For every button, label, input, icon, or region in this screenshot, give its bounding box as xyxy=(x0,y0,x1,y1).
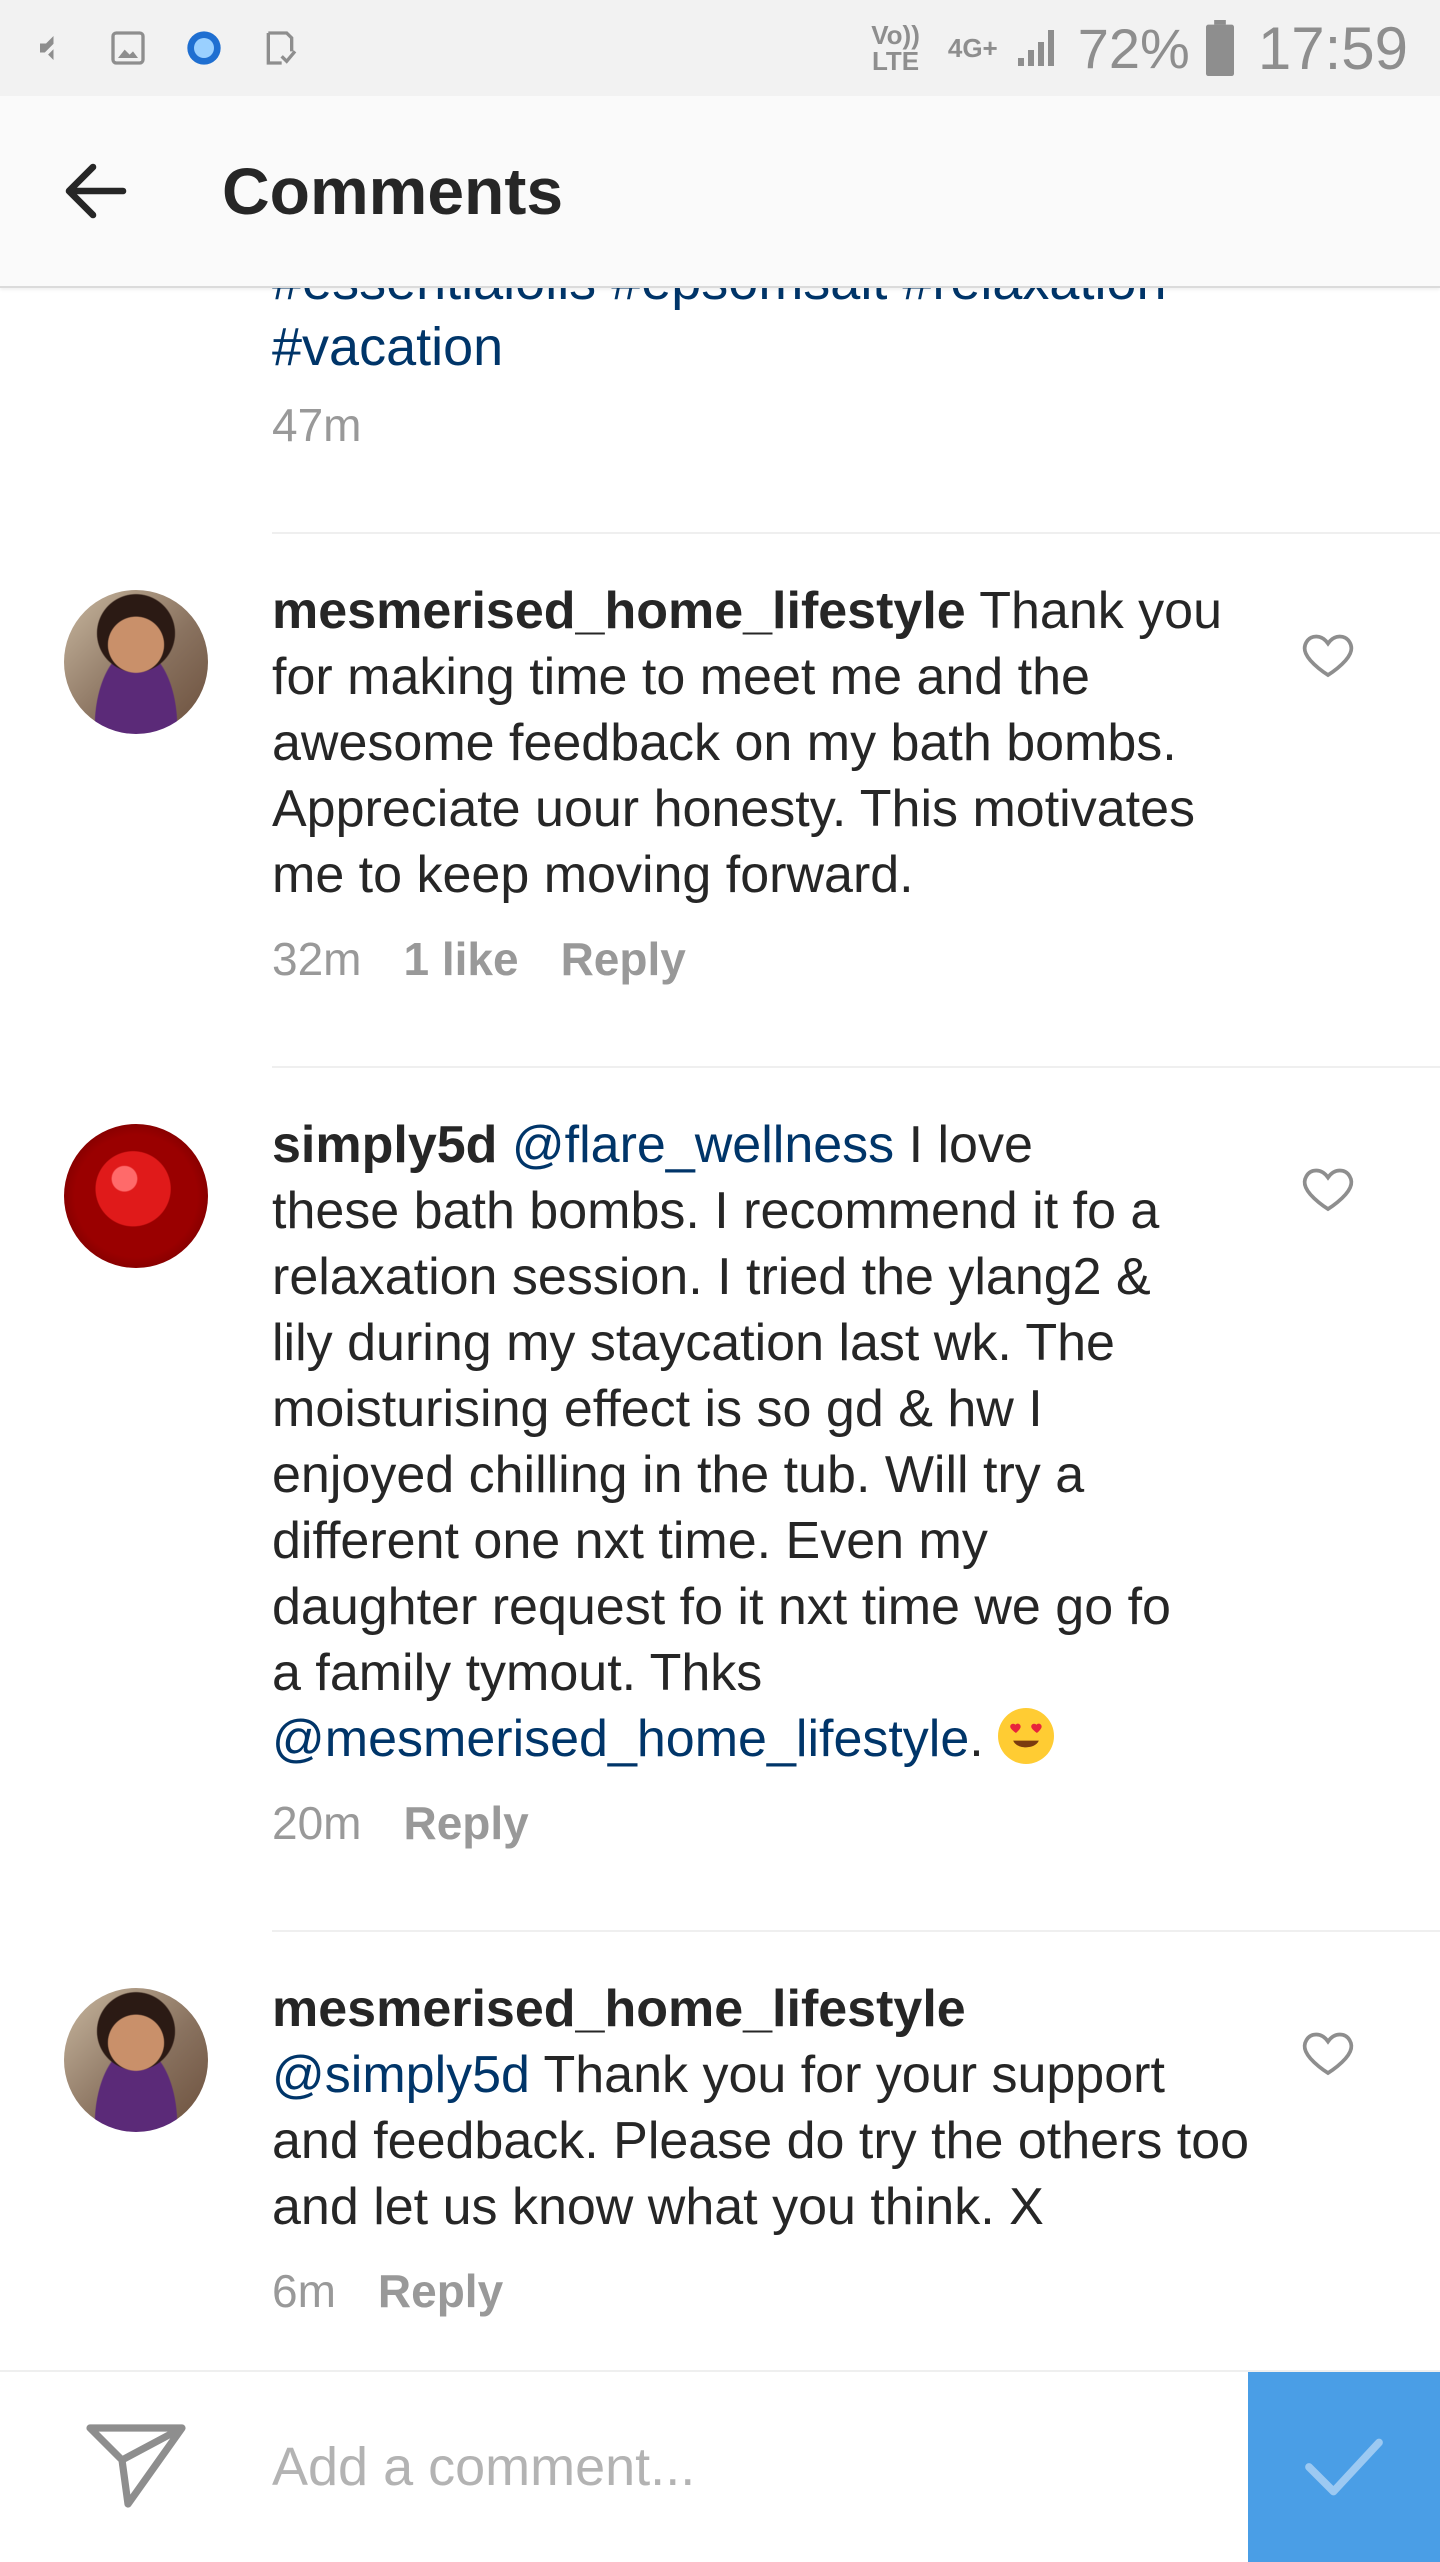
username-link[interactable]: simply5d xyxy=(272,1116,497,1174)
timestamp: 20m xyxy=(272,1797,362,1849)
comment-message: I love these bath bombs. I recommend it … xyxy=(272,1116,1171,1702)
mention-link[interactable]: @mesmerised_home_lifestyle xyxy=(272,1710,969,1768)
divider xyxy=(272,1930,1440,1932)
gallery-icon xyxy=(108,28,148,68)
reply-button[interactable]: Reply xyxy=(403,1790,528,1856)
header-bar: Comments xyxy=(0,96,1440,288)
data-type-label: 4G+ xyxy=(947,33,998,63)
avatar[interactable] xyxy=(64,1988,208,2132)
mute-icon xyxy=(32,28,72,68)
post-button[interactable] xyxy=(1248,2372,1440,2562)
comment-composer xyxy=(0,2370,1440,2562)
hashtags-line[interactable]: #vacation xyxy=(272,314,1272,380)
avatar[interactable] xyxy=(64,1124,208,1268)
mention-link[interactable]: @simply5d xyxy=(272,2046,530,2104)
check-note-icon xyxy=(260,28,300,68)
hashtags-line[interactable]: #essentialoils #epsomsalt #relaxation xyxy=(272,288,1272,314)
heart-icon[interactable] xyxy=(1300,2024,1356,2080)
timestamp: 47m xyxy=(272,399,362,451)
clock: 17:59 xyxy=(1257,14,1408,82)
status-bar: Vo)) LTE 4G+ 72% 17:59 xyxy=(0,0,1440,96)
caption-tail: #essentialoils #epsomsalt #relaxation #v… xyxy=(272,288,1272,452)
page-title: Comments xyxy=(222,154,564,228)
divider xyxy=(272,1066,1440,1068)
reply-button[interactable]: Reply xyxy=(378,2258,503,2324)
battery-percent: 72% xyxy=(1077,16,1190,80)
avatar[interactable] xyxy=(64,590,208,734)
comment-message-end: . xyxy=(969,1710,999,1768)
back-button[interactable] xyxy=(36,131,156,251)
username-link[interactable]: mesmerised_home_lifestyle xyxy=(272,1980,966,2038)
comments-list[interactable]: #essentialoils #epsomsalt #relaxation #v… xyxy=(0,288,1440,2370)
arrow-left-icon xyxy=(65,163,127,219)
app-circle-icon xyxy=(184,28,224,68)
mention-link[interactable]: @flare_wellness xyxy=(512,1116,894,1174)
checkmark-icon xyxy=(1305,2438,1383,2496)
comment-meta: 20m Reply xyxy=(272,1790,1172,1856)
likes-count[interactable]: 1 like xyxy=(403,926,518,992)
heart-icon[interactable] xyxy=(1300,1160,1356,1216)
comment-input[interactable] xyxy=(272,2412,1212,2522)
divider xyxy=(272,532,1440,534)
timestamp: 6m xyxy=(272,2265,336,2317)
reply-button[interactable]: Reply xyxy=(561,926,686,992)
heart-icon[interactable] xyxy=(1300,626,1356,682)
comment-text: mesmerised_home_lifestyle @simply5d Than… xyxy=(272,1976,1252,2324)
comment-text: simply5d @flare_wellness I love these ba… xyxy=(272,1112,1172,1856)
caption-meta: 47m xyxy=(272,398,1272,452)
comment-text: mesmerised_home_lifestyle Thank you for … xyxy=(272,578,1252,992)
username-link[interactable]: mesmerised_home_lifestyle xyxy=(272,582,966,640)
comment-meta: 32m 1 like Reply xyxy=(272,926,1252,992)
heart-eyes-emoji-icon xyxy=(998,1708,1055,1764)
paper-plane-icon[interactable] xyxy=(84,2416,188,2516)
battery-icon xyxy=(1204,18,1236,78)
volte-label: Vo)) LTE xyxy=(871,20,920,76)
comment-meta: 6m Reply xyxy=(272,2258,1252,2324)
timestamp: 32m xyxy=(272,933,362,985)
signal-icon xyxy=(1012,28,1064,68)
